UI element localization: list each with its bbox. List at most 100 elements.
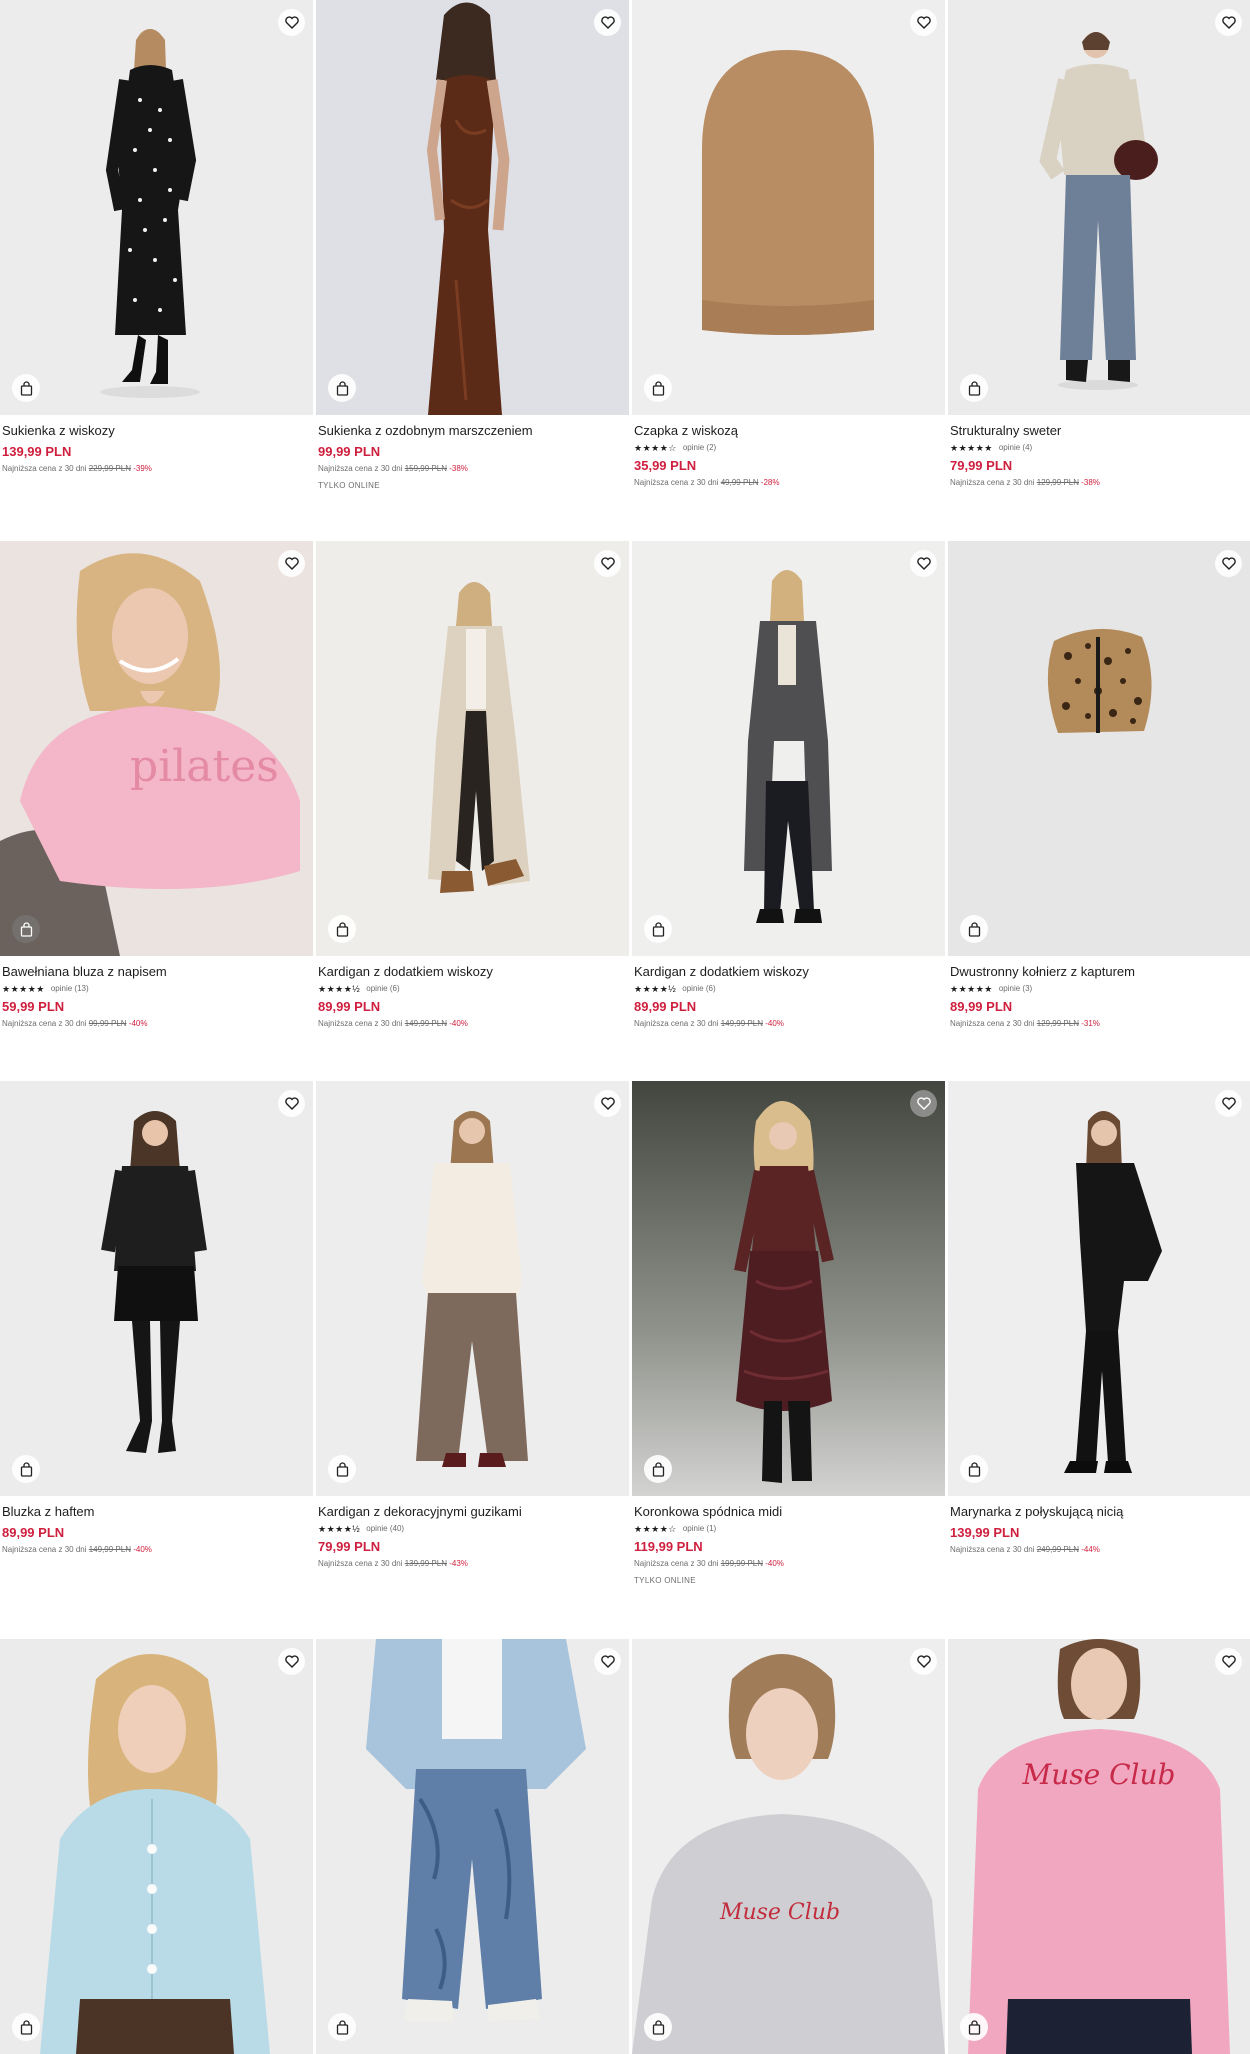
add-to-bag-shopping-bag-icon[interactable] <box>960 374 988 402</box>
reviews-count: opinie (3) <box>998 984 1033 993</box>
product-price: 89,99 PLN <box>318 999 381 1014</box>
favorite-heart-icon[interactable] <box>910 550 937 577</box>
product-name[interactable]: Kardigan z dodatkiem wiskozy <box>634 963 942 981</box>
add-to-bag-shopping-bag-icon[interactable] <box>328 1455 356 1483</box>
product-image[interactable] <box>0 1639 313 2054</box>
product-name[interactable]: Marynarka z połyskującą nicią <box>950 1503 1250 1521</box>
favorite-heart-icon[interactable] <box>594 9 621 36</box>
product-name[interactable]: Sukienka z wiskozy <box>2 422 310 440</box>
favorite-heart-icon[interactable] <box>910 1648 937 1675</box>
product-name[interactable]: Czapka z wiskozą <box>634 422 942 440</box>
lowest-price-label: Najniższa cena z 30 dni <box>318 1019 403 1028</box>
product-image[interactable] <box>632 0 945 415</box>
add-to-bag-shopping-bag-icon[interactable] <box>328 915 356 943</box>
rating[interactable]: ★★★★☆ opinie (2) <box>634 442 942 454</box>
favorite-heart-icon[interactable] <box>1215 1090 1242 1117</box>
add-to-bag-shopping-bag-icon[interactable] <box>644 2013 672 2041</box>
lowest-price-label: Najniższa cena z 30 dni <box>950 1545 1035 1554</box>
discount-badge: -40% <box>765 1019 784 1028</box>
product-image[interactable] <box>632 541 945 956</box>
old-price: 129,99 PLN <box>1036 1019 1079 1028</box>
product-image[interactable]: Muse Club <box>948 1639 1250 2054</box>
rating-stars: ★★★★½ <box>318 1524 361 1534</box>
reviews-count: opinie (6) <box>682 984 716 993</box>
favorite-heart-icon[interactable] <box>594 1090 621 1117</box>
reviews-count: opinie (4) <box>998 443 1033 452</box>
product-name[interactable]: Kardigan z dodatkiem wiskozy <box>318 963 626 981</box>
discount-badge: -40% <box>133 1545 152 1554</box>
add-to-bag-shopping-bag-icon[interactable] <box>644 1455 672 1483</box>
rating[interactable]: ★★★★☆ opinie (1) <box>634 1523 942 1535</box>
favorite-heart-icon[interactable] <box>1215 9 1242 36</box>
rating[interactable]: ★★★★★ opinie (3) <box>950 983 1250 995</box>
product-name[interactable]: Dwustronny kołnierz z kapturem <box>950 963 1250 981</box>
rating[interactable]: ★★★★½ opinie (6) <box>318 983 626 995</box>
favorite-heart-icon[interactable] <box>594 1648 621 1675</box>
product-price: 79,99 PLN <box>950 458 1013 473</box>
add-to-bag-shopping-bag-icon[interactable] <box>12 915 40 943</box>
add-to-bag-shopping-bag-icon[interactable] <box>960 2013 988 2041</box>
product-image[interactable] <box>0 1081 313 1496</box>
favorite-heart-icon[interactable] <box>278 550 305 577</box>
lowest-price-note: Najniższa cena z 30 dni 149,99 PLN -40% <box>318 1018 626 1029</box>
lowest-price-note: Najniższa cena z 30 dni 149,99 PLN -40% <box>634 1018 942 1029</box>
lowest-price-label: Najniższa cena z 30 dni <box>2 464 87 473</box>
product-image[interactable] <box>632 1081 945 1496</box>
discount-badge: -44% <box>1081 1545 1100 1554</box>
rating[interactable]: ★★★★½ opinie (40) <box>318 1523 626 1535</box>
product-image[interactable] <box>948 0 1250 415</box>
reviews-count: opinie (40) <box>366 1524 405 1533</box>
rating[interactable]: ★★★★★ opinie (13) <box>2 983 310 995</box>
old-price: 199,99 PLN <box>720 1559 763 1568</box>
rating[interactable]: ★★★★½ opinie (6) <box>634 983 942 995</box>
product-image[interactable] <box>316 1639 629 2054</box>
add-to-bag-shopping-bag-icon[interactable] <box>12 1455 40 1483</box>
favorite-heart-icon[interactable] <box>1215 1648 1242 1675</box>
favorite-heart-icon[interactable] <box>278 1648 305 1675</box>
product-name[interactable]: Strukturalny sweter <box>950 422 1250 440</box>
old-price: 49,99 PLN <box>720 478 759 487</box>
lowest-price-note: Najniższa cena z 30 dni 129,99 PLN -38% <box>950 477 1250 488</box>
discount-badge: -39% <box>133 464 152 473</box>
add-to-bag-shopping-bag-icon[interactable] <box>960 915 988 943</box>
add-to-bag-shopping-bag-icon[interactable] <box>12 2013 40 2041</box>
old-price: 139,99 PLN <box>404 1559 447 1568</box>
add-to-bag-shopping-bag-icon[interactable] <box>960 1455 988 1483</box>
add-to-bag-shopping-bag-icon[interactable] <box>644 915 672 943</box>
discount-badge: -43% <box>449 1559 468 1568</box>
product-image[interactable]: pilates <box>0 541 313 956</box>
product-name[interactable]: Bluzka z haftem <box>2 1503 310 1521</box>
product-name[interactable]: Kardigan z dekoracyjnymi guzikami <box>318 1503 626 1521</box>
product-info: Sukienka z wiskozy 139,99 PLN Najniższa … <box>2 422 310 474</box>
favorite-heart-icon[interactable] <box>1215 550 1242 577</box>
add-to-bag-shopping-bag-icon[interactable] <box>328 374 356 402</box>
product-info: Marynarka z połyskującą nicią 139,99 PLN… <box>950 1503 1250 1555</box>
rating-stars: ★★★★½ <box>634 984 677 994</box>
pilates-print-text: pilates <box>130 741 279 792</box>
product-info: Bluzka z haftem 89,99 PLN Najniższa cena… <box>2 1503 310 1555</box>
product-image[interactable] <box>0 0 313 415</box>
product-name[interactable]: Sukienka z ozdobnym marszczeniem <box>318 422 626 440</box>
rating[interactable]: ★★★★★ opinie (4) <box>950 442 1250 454</box>
add-to-bag-shopping-bag-icon[interactable] <box>644 374 672 402</box>
product-name[interactable]: Bawełniana bluza z napisem <box>2 963 310 981</box>
product-image[interactable] <box>948 541 1250 956</box>
add-to-bag-shopping-bag-icon[interactable] <box>328 2013 356 2041</box>
favorite-heart-icon[interactable] <box>594 550 621 577</box>
favorite-heart-icon[interactable] <box>278 9 305 36</box>
favorite-heart-icon[interactable] <box>910 1090 937 1117</box>
product-price: 99,99 PLN <box>318 444 381 459</box>
product-image[interactable] <box>948 1081 1250 1496</box>
favorite-heart-icon[interactable] <box>910 9 937 36</box>
favorite-heart-icon[interactable] <box>278 1090 305 1117</box>
product-image[interactable] <box>316 541 629 956</box>
product-image[interactable] <box>316 1081 629 1496</box>
product-info: Koronkowa spódnica midi ★★★★☆ opinie (1) … <box>634 1503 942 1585</box>
product-image[interactable]: Muse Club <box>632 1639 945 2054</box>
product-image[interactable] <box>316 0 629 415</box>
lowest-price-label: Najniższa cena z 30 dni <box>634 1019 719 1028</box>
discount-badge: -40% <box>128 1019 148 1028</box>
product-price: 139,99 PLN <box>950 1525 1020 1540</box>
product-name[interactable]: Koronkowa spódnica midi <box>634 1503 942 1521</box>
add-to-bag-shopping-bag-icon[interactable] <box>12 374 40 402</box>
